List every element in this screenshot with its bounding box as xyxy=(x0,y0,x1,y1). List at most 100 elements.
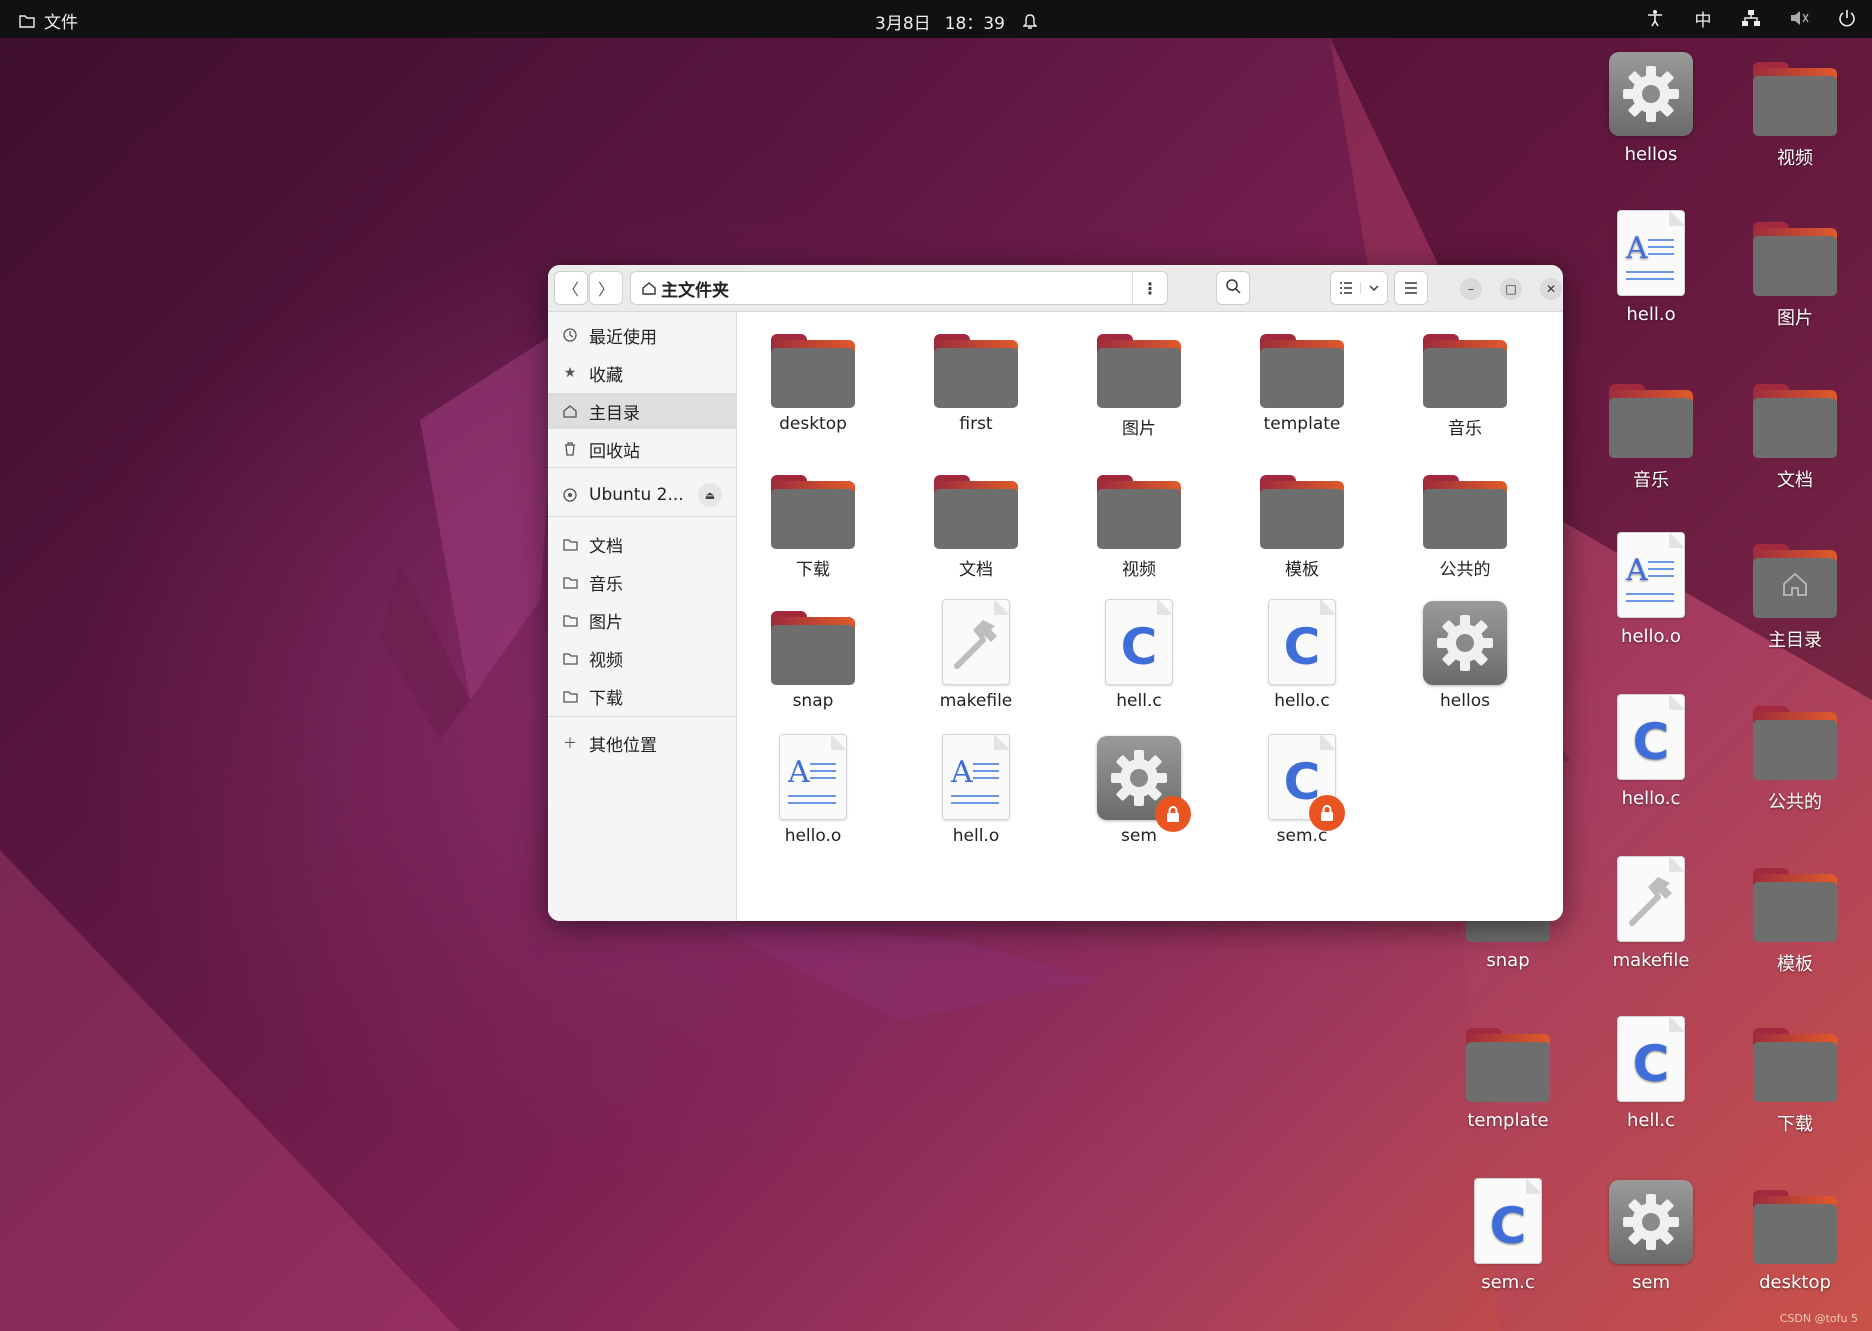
desktop-item[interactable]: 主目录 xyxy=(1730,532,1860,652)
desktop-item[interactable]: sem xyxy=(1586,1178,1716,1293)
desktop-item-label: 主目录 xyxy=(1768,630,1822,651)
path-menu-button[interactable]: ⋮ xyxy=(1132,272,1167,304)
file-item-label: 公共的 xyxy=(1439,560,1491,580)
home-folder-icon xyxy=(1753,540,1837,618)
close-button[interactable]: ✕ xyxy=(1540,278,1562,300)
file-item[interactable]: desktop xyxy=(738,316,888,434)
volume-muted-icon[interactable] xyxy=(1788,7,1810,29)
file-item[interactable]: 下载 xyxy=(738,457,888,580)
file-item[interactable]: 图片 xyxy=(1064,316,1214,439)
file-item[interactable]: 模板 xyxy=(1227,457,1377,580)
sidebar-item[interactable]: 音乐 xyxy=(548,564,736,600)
desktop-item[interactable]: 文档 xyxy=(1730,372,1860,492)
file-item[interactable]: sem xyxy=(1064,728,1214,846)
desktop-item[interactable]: 公共的 xyxy=(1730,694,1860,814)
file-item[interactable]: makefile xyxy=(901,593,1051,711)
sidebar-item[interactable]: 视频 xyxy=(548,640,736,676)
desktop-item[interactable]: 模板 xyxy=(1730,856,1860,976)
desktop-item[interactable]: Ahello.o xyxy=(1586,532,1716,647)
desktop-item-label: desktop xyxy=(1759,1272,1831,1293)
file-item[interactable]: hellos xyxy=(1390,593,1540,711)
file-item[interactable]: 文档 xyxy=(901,457,1051,580)
file-item[interactable]: Ahell.o xyxy=(901,728,1051,846)
file-item[interactable]: Chello.c xyxy=(1227,593,1377,711)
view-toggle-button[interactable] xyxy=(1330,271,1388,305)
c-source-icon: C xyxy=(1268,734,1345,831)
file-item-label: 模板 xyxy=(1285,560,1319,580)
folder-icon xyxy=(1466,1024,1550,1102)
sidebar-item[interactable]: 下载 xyxy=(548,678,736,714)
c-source-icon: C xyxy=(1474,1178,1542,1264)
maximize-button[interactable]: □ xyxy=(1500,278,1522,300)
file-item-label: hello.c xyxy=(1274,691,1330,711)
power-icon[interactable] xyxy=(1836,7,1858,29)
eject-button[interactable]: ⏏ xyxy=(698,483,722,507)
hamburger-icon xyxy=(1404,279,1418,298)
text-file-icon: A xyxy=(942,734,1010,820)
desktop-item-label: 视频 xyxy=(1777,148,1813,169)
disc-icon xyxy=(561,488,579,502)
file-item[interactable]: first xyxy=(901,316,1051,434)
folder-icon xyxy=(1423,471,1507,549)
forward-button[interactable]: 〉 xyxy=(589,271,623,305)
folder-icon xyxy=(16,10,38,32)
sidebar-item[interactable]: 最近使用 xyxy=(548,317,736,353)
desktop-item[interactable]: template xyxy=(1443,1016,1573,1131)
desktop-item[interactable]: hellos xyxy=(1586,50,1716,165)
file-item[interactable]: Csem.c xyxy=(1227,728,1377,846)
desktop-item[interactable]: 音乐 xyxy=(1586,372,1716,492)
text-file-icon: A xyxy=(1617,210,1685,296)
search-button[interactable] xyxy=(1216,271,1250,305)
gear-icon xyxy=(1097,736,1191,832)
c-source-icon: C xyxy=(1617,1016,1685,1102)
folder-icon xyxy=(1097,471,1181,549)
file-item[interactable]: 公共的 xyxy=(1390,457,1540,580)
path-title: 主文件夹 xyxy=(661,280,729,301)
sidebar-item-label: 下载 xyxy=(589,688,623,709)
plus-icon: ＋ xyxy=(563,736,577,752)
network-icon[interactable] xyxy=(1740,7,1762,29)
accessibility-icon[interactable] xyxy=(1644,7,1666,29)
date-label: 3月8日 xyxy=(875,14,931,34)
sidebar-item[interactable]: 文档 xyxy=(548,526,736,562)
desktop-item[interactable]: Csem.c xyxy=(1443,1178,1573,1293)
sidebar-item[interactable]: 主目录 xyxy=(548,393,736,429)
sidebar-item[interactable]: ＋ 其他位置 xyxy=(548,725,736,761)
desktop-item[interactable]: Chell.c xyxy=(1586,1016,1716,1131)
minimize-button[interactable]: – xyxy=(1460,278,1482,300)
bell-icon xyxy=(1019,11,1041,33)
back-button[interactable]: 〈 xyxy=(554,271,588,305)
sidebar-item[interactable]: 图片 xyxy=(548,602,736,638)
clock[interactable]: 3月8日 18：39 xyxy=(875,9,1041,34)
path-bar[interactable]: 主文件夹 ⋮ xyxy=(630,271,1168,305)
desktop-item[interactable]: 下载 xyxy=(1730,1016,1860,1136)
desktop-item[interactable]: desktop xyxy=(1730,1178,1860,1293)
file-item[interactable]: 视频 xyxy=(1064,457,1214,580)
sidebar-item-label: 其他位置 xyxy=(589,735,657,756)
desktop-item[interactable]: 图片 xyxy=(1730,210,1860,330)
desktop-item-label: hello.c xyxy=(1621,788,1681,809)
app-menu[interactable]: 文件 xyxy=(16,8,78,33)
sidebar-item[interactable]: 回收站 xyxy=(548,431,736,467)
folder-icon xyxy=(1753,1024,1837,1102)
eject-icon: ⏏ xyxy=(704,488,716,502)
desktop-item[interactable]: 视频 xyxy=(1730,50,1860,170)
sidebar-item[interactable]: ★ 收藏 xyxy=(548,355,736,391)
file-item[interactable]: Chell.c xyxy=(1064,593,1214,711)
desktop-item[interactable]: Chello.c xyxy=(1586,694,1716,809)
input-method-indicator[interactable]: 中 xyxy=(1692,7,1714,31)
file-item[interactable]: Ahello.o xyxy=(738,728,888,846)
folder-icon xyxy=(771,471,855,549)
main-menu-button[interactable] xyxy=(1394,271,1428,305)
file-item[interactable]: 音乐 xyxy=(1390,316,1540,439)
file-item[interactable]: snap xyxy=(738,593,888,711)
sidebar-item[interactable]: Ubuntu 2... ⏏ xyxy=(548,477,736,513)
desktop-item-label: 图片 xyxy=(1777,308,1813,329)
search-icon xyxy=(1225,278,1241,298)
desktop-item-label: 文档 xyxy=(1777,470,1813,491)
file-item[interactable]: template xyxy=(1227,316,1377,434)
file-item-label: template xyxy=(1263,414,1341,434)
desktop-item[interactable]: Ahell.o xyxy=(1586,210,1716,325)
desktop-item[interactable]: makefile xyxy=(1586,856,1716,971)
folder-icon xyxy=(1260,330,1344,408)
